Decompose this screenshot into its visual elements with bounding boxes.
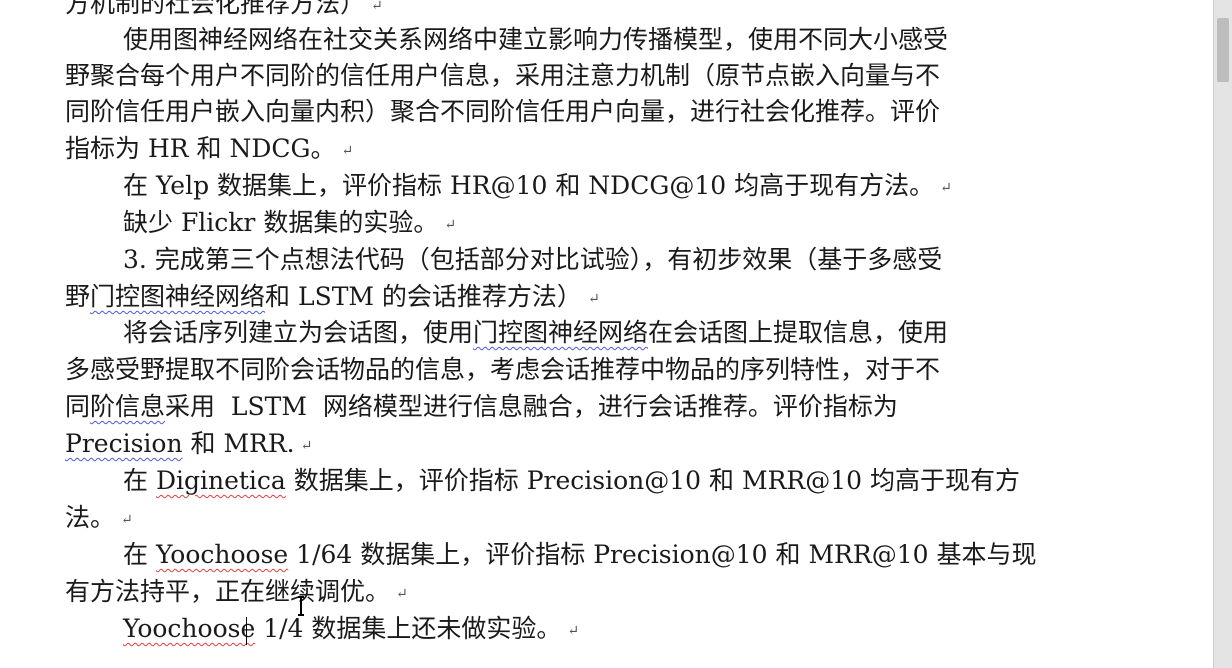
line-text: 多感受野提取不同阶会话物品的信息，考虑会话推荐中物品的序列特性，对于不 bbox=[65, 355, 941, 384]
text-line-9: 野门控图神经网络和 LSTM 的会话推荐方法） ↵ bbox=[0, 279, 1200, 315]
line-text: 指标为 HR 和 NDCG。 bbox=[65, 134, 336, 163]
line-text: 数据集上，评价指标 Precision@10 和 MRR@10 均高于现有方 bbox=[285, 466, 1020, 495]
line-text: 在 Yelp 数据集上，评价指标 HR@10 和 NDCG@10 均高于现有方法… bbox=[123, 171, 935, 200]
text-line-3: 野聚合每个用户不同阶的信任用户信息，采用注意力机制（原节点嵌入向量与不 bbox=[0, 58, 1200, 94]
line-text: 和 MRR. bbox=[182, 429, 295, 458]
paragraph-mark-icon: ↵ bbox=[121, 512, 133, 528]
spelling-flagged-word[interactable]: Yoochoose bbox=[123, 614, 255, 643]
scrollbar-thumb[interactable] bbox=[1217, 18, 1229, 82]
spelling-flagged-word[interactable]: Diginetica bbox=[156, 466, 286, 495]
line-text: 同 bbox=[65, 392, 91, 421]
text-line-11: 多感受野提取不同阶会话物品的信息，考虑会话推荐中物品的序列特性，对于不 bbox=[0, 352, 1200, 388]
line-text: 野 bbox=[65, 282, 91, 311]
line-text: 在会话图上提取信息，使用 bbox=[648, 318, 949, 347]
line-text: 野聚合每个用户不同阶的信任用户信息，采用注意力机制（原节点嵌入向量与不 bbox=[65, 61, 941, 90]
text-line-2: 使用图神经网络在社交关系网络中建立影响力传播模型，使用不同大小感受 bbox=[0, 22, 1200, 58]
line-text: 3. 完成第三个点想法代码（包括部分对比试验），有初步效果（基于多感受 bbox=[123, 245, 943, 274]
paragraph-mark-icon: ↵ bbox=[396, 586, 408, 602]
line-text: 1/64 数据集上，评价指标 Precision@10 和 MRR@10 基本与… bbox=[288, 540, 1037, 569]
text-ibeam-icon bbox=[298, 596, 304, 616]
text-line-14: 在 Diginetica 数据集上，评价指标 Precision@10 和 MR… bbox=[0, 463, 1200, 499]
paragraph-mark-icon: ↵ bbox=[371, 0, 383, 14]
text-line-16: 在 Yoochoose 1/64 数据集上，评价指标 Precision@10 … bbox=[0, 537, 1200, 573]
paragraph-mark-icon: ↵ bbox=[300, 438, 313, 454]
line-text: 在 bbox=[123, 540, 156, 569]
text-line-17: 有方法持平，正在继续调优。 ↵ bbox=[0, 574, 1200, 610]
text-line-6: 在 Yelp 数据集上，评价指标 HR@10 和 NDCG@10 均高于现有方法… bbox=[0, 168, 1200, 204]
text-line-5: 指标为 HR 和 NDCG。 ↵ bbox=[0, 131, 1200, 167]
paragraph-mark-icon: ↵ bbox=[587, 291, 600, 307]
document-page[interactable]: 方机制的社会化推荐方法） ↵ 使用图神经网络在社交关系网络中建立影响力传播模型，使… bbox=[0, 0, 1213, 668]
vertical-scrollbar[interactable] bbox=[1213, 0, 1232, 668]
paragraph-mark-icon: ↵ bbox=[567, 623, 580, 639]
grammar-flagged-term[interactable]: 门控图神经网络 bbox=[90, 282, 265, 311]
line-text: 方机制的社会化推荐方法） bbox=[65, 0, 366, 18]
text-line-4: 同阶信任用户嵌入向量内积）聚合不同阶信任用户向量，进行社会化推荐。评价 bbox=[0, 94, 1200, 130]
line-text: 法。 bbox=[65, 503, 116, 532]
line-text: 在 bbox=[123, 466, 156, 495]
text-line-15: 法。 ↵ bbox=[0, 500, 1200, 536]
line-text: 和 LSTM 的会话推荐方法） bbox=[265, 282, 582, 311]
line-text: 同阶信任用户嵌入向量内积）聚合不同阶信任用户向量，进行社会化推荐。评价 bbox=[65, 97, 941, 126]
line-text: 缺少 Flickr 数据集的实验。 bbox=[123, 208, 439, 237]
spelling-flagged-word[interactable]: Yoochoose bbox=[156, 540, 288, 569]
text-line-18: Yoochoose 1/4 数据集上还未做实验。 ↵ bbox=[0, 611, 1200, 647]
paragraph-mark-icon: ↵ bbox=[444, 217, 457, 233]
grammar-flagged-term[interactable]: 阶信息 bbox=[90, 392, 165, 421]
grammar-flagged-term[interactable]: Precision bbox=[65, 429, 183, 458]
line-text: 有方法持平，正在继续调优。 bbox=[65, 577, 391, 606]
text-line-8: 3. 完成第三个点想法代码（包括部分对比试验），有初步效果（基于多感受 bbox=[0, 242, 1200, 278]
line-text: 使用图神经网络在社交关系网络中建立影响力传播模型，使用不同大小感受 bbox=[123, 25, 949, 54]
paragraph-mark-icon: ↵ bbox=[940, 180, 952, 196]
line-text: 1/4 数据集上还未做实验。 bbox=[255, 614, 562, 643]
text-line-10: 将会话序列建立为会话图，使用门控图神经网络在会话图上提取信息，使用 bbox=[0, 315, 1200, 351]
text-line-12: 同阶信息采用 LSTM 网络模型进行信息融合，进行会话推荐。评价指标为 bbox=[0, 389, 1200, 425]
paragraph-mark-icon: ↵ bbox=[341, 143, 354, 159]
text-line-1: 方机制的社会化推荐方法） ↵ bbox=[0, 0, 1200, 22]
line-text: 采用 LSTM 网络模型进行信息融合，进行会话推荐。评价指标为 bbox=[165, 392, 898, 421]
text-caret bbox=[246, 617, 247, 645]
line-text: 将会话序列建立为会话图，使用 bbox=[123, 318, 474, 347]
text-line-13: Precision 和 MRR. ↵ bbox=[0, 426, 1200, 462]
text-line-7: 缺少 Flickr 数据集的实验。 ↵ bbox=[0, 205, 1200, 241]
grammar-flagged-term[interactable]: 门控图神经网络 bbox=[473, 318, 648, 347]
